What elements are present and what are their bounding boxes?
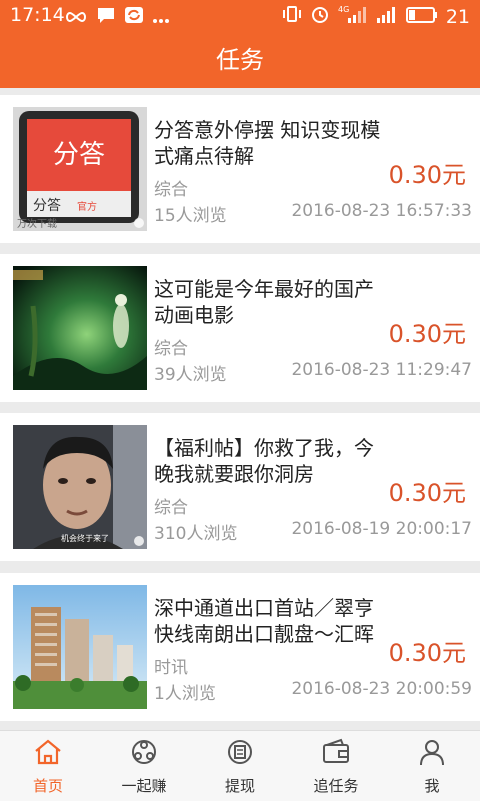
- nav-earn-together-label: 一起赚: [121, 777, 167, 795]
- task-thumbnail: [13, 585, 147, 709]
- task-date: 2016-08-23 20:00:59: [291, 679, 472, 699]
- task-views: 1人浏览: [154, 684, 216, 704]
- task-item[interactable]: 分答 分答 官方 万次下载 分答意外停摆 知识变现模式痛点待解 0.30元 综合…: [0, 95, 480, 243]
- nav-withdraw-label: 提现: [224, 777, 255, 795]
- task-views: 39人浏览: [154, 365, 227, 385]
- page-title-bar: 任务: [0, 32, 480, 88]
- task-title: 【福利帖】你救了我，今晚我就要跟你洞房: [154, 436, 374, 486]
- task-item[interactable]: 机会终于来了 【福利帖】你救了我，今晚我就要跟你洞房 0.30元 综合 310人…: [0, 413, 480, 561]
- task-item[interactable]: 这可能是今年最好的国产动画电影 0.30元 综合 39人浏览 2016-08-2…: [0, 254, 480, 402]
- more-dots-icon: [152, 7, 170, 29]
- task-thumbnail: [13, 266, 147, 390]
- task-thumbnail: 机会终于来了: [13, 425, 147, 549]
- svg-text:分答: 分答: [53, 140, 105, 170]
- nav-earn-together[interactable]: 一起赚: [96, 731, 192, 801]
- task-price: 0.30元: [388, 161, 466, 189]
- svg-text:4G: 4G: [338, 5, 349, 14]
- task-date: 2016-08-19 20:00:17: [291, 519, 472, 539]
- svg-text:分答: 分答: [33, 197, 61, 214]
- nav-follow-tasks[interactable]: 追任务: [288, 731, 384, 801]
- nav-follow-tasks-label: 追任务: [313, 777, 359, 795]
- svg-text:万次下载: 万次下载: [17, 217, 57, 230]
- task-thumbnail: 分答 分答 官方 万次下载: [13, 107, 147, 231]
- page-title: 任务: [216, 46, 264, 74]
- task-title: 这可能是今年最好的国产动画电影: [154, 277, 374, 327]
- task-title: 深中通道出口首站／翠亨快线南朗出口靓盘～汇晖: [154, 596, 374, 646]
- task-category: 时讯: [154, 658, 188, 678]
- status-bar: 17:14 4G 21: [0, 0, 480, 32]
- nav-me-label: 我: [424, 777, 440, 795]
- task-category: 综合: [154, 339, 188, 359]
- status-time: 17:14: [10, 4, 65, 26]
- task-category: 综合: [154, 498, 188, 518]
- battery-icon: [405, 6, 438, 28]
- task-category: 综合: [154, 180, 188, 200]
- task-title: 分答意外停摆 知识变现模式痛点待解: [154, 118, 381, 168]
- task-item[interactable]: 深中通道出口首站／翠亨快线南朗出口靓盘～汇晖 0.30元 时讯 1人浏览 201…: [0, 573, 480, 721]
- sync-icon: [124, 6, 144, 29]
- message-icon: [96, 6, 116, 29]
- vibrate-icon: [282, 5, 302, 28]
- svg-text:机会终于来了: 机会终于来了: [61, 533, 109, 543]
- task-views: 15人浏览: [154, 206, 227, 226]
- svg-text:官方: 官方: [77, 200, 97, 213]
- nav-home[interactable]: 首页: [0, 731, 96, 801]
- share-icon: [129, 737, 159, 771]
- task-views: 310人浏览: [154, 524, 238, 544]
- bottom-nav: 首页 一起赚 提现 追任务 我: [0, 730, 480, 801]
- nav-withdraw[interactable]: 提现: [192, 731, 288, 801]
- withdraw-icon: [225, 737, 255, 771]
- task-price: 0.30元: [388, 639, 466, 667]
- nav-me[interactable]: 我: [384, 731, 480, 801]
- home-icon: [33, 737, 63, 771]
- alarm-icon: [310, 4, 330, 29]
- task-date: 2016-08-23 16:57:33: [291, 201, 472, 221]
- task-price: 0.30元: [388, 479, 466, 507]
- infinity-icon: [64, 7, 88, 29]
- nav-home-label: 首页: [32, 777, 63, 795]
- battery-percent: 21: [445, 5, 470, 28]
- signal-icon-2: [376, 4, 398, 29]
- signal-icon: 4G: [338, 4, 368, 29]
- user-icon: [417, 737, 447, 771]
- task-price: 0.30元: [388, 320, 466, 348]
- task-date: 2016-08-23 11:29:47: [291, 360, 472, 380]
- wallet-icon: [321, 737, 351, 771]
